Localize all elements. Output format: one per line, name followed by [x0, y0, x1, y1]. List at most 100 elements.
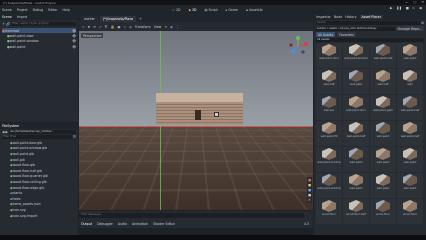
- tab-node[interactable]: Node: [334, 15, 342, 19]
- move-tool-icon[interactable]: ✥: [88, 25, 91, 29]
- link-icon[interactable]: 🔗: [6, 22, 10, 26]
- local-space-icon[interactable]: ◎: [129, 25, 132, 29]
- asset-collection-select[interactable]: All Assets: [316, 38, 424, 42]
- asset-tile[interactable]: wall-paint: [370, 121, 396, 146]
- add-tab-icon[interactable]: ＋: [138, 15, 143, 22]
- asset-tile[interactable]: wall-paint-window: [343, 43, 369, 68]
- clear-output-icon[interactable]: ✕: [308, 198, 311, 202]
- filter-errors-icon[interactable]: ■: [308, 178, 311, 182]
- storage-repo-button[interactable]: Storage Repo...: [395, 26, 424, 31]
- asset-tile[interactable]: wall-paint: [370, 147, 396, 172]
- sort-icon[interactable]: ☰: [73, 135, 76, 139]
- tab-animation[interactable]: Animation: [132, 222, 148, 226]
- asset-tile[interactable]: wall-half: [370, 69, 396, 94]
- subtab-favorites[interactable]: Favorites: [337, 32, 356, 37]
- menu-help[interactable]: Help: [63, 8, 70, 12]
- tab-history[interactable]: History: [345, 15, 356, 19]
- back-icon[interactable]: ◀: [2, 130, 4, 134]
- asset-tile[interactable]: wall-paint-door: [343, 95, 369, 120]
- visibility-icon[interactable]: 👁: [72, 29, 76, 33]
- asset-tile[interactable]: wood-floor: [370, 199, 396, 224]
- asset-tile[interactable]: wall-paint-window: [316, 147, 342, 172]
- tab-audio[interactable]: Audio: [118, 222, 127, 226]
- asset-tile[interactable]: wall-paint-gate: [370, 95, 396, 120]
- tab-import[interactable]: Import: [17, 15, 28, 19]
- asset-tile[interactable]: wall-half: [316, 69, 342, 94]
- asset-tile[interactable]: wall-paint-half: [397, 95, 423, 120]
- asset-tile[interactable]: wood-floor-half: [343, 199, 369, 224]
- group-icon[interactable]: ▣: [117, 25, 120, 29]
- tab-debugger[interactable]: Debugger: [97, 222, 113, 226]
- asset-tile[interactable]: wood-floor: [316, 199, 342, 224]
- workspace-game[interactable]: ▸ Game: [226, 8, 238, 12]
- sun-icon[interactable]: ☀: [164, 25, 167, 29]
- asset-tile[interactable]: wall-paint: [397, 173, 423, 198]
- asset-tile[interactable]: wall: [397, 69, 423, 94]
- asset-tile[interactable]: wall-paint-door: [316, 43, 342, 68]
- asset-tile[interactable]: wall-paint-half: [370, 43, 396, 68]
- collection-path-input[interactable]: sample > assets > kenney_retro-textures-…: [316, 26, 395, 31]
- close-icon[interactable]: ✕: [421, 0, 424, 4]
- perspective-button[interactable]: Perspective: [81, 33, 104, 38]
- workspace-3d[interactable]: ◆ 3D: [189, 8, 197, 12]
- file-item[interactable]: ◆ icon.svg.import: [10, 213, 76, 219]
- tab-asset-placer[interactable]: Asset Placer: [359, 15, 384, 19]
- visibility-icon[interactable]: 👁: [72, 34, 76, 38]
- axis-gizmo[interactable]: [287, 35, 309, 57]
- visibility-icon[interactable]: 👁: [72, 39, 76, 43]
- workspace-2d[interactable]: ▭ 2D: [172, 8, 181, 12]
- workspace-script[interactable]: ▤ Script: [204, 8, 217, 12]
- view-menu[interactable]: View: [154, 25, 162, 29]
- asset-tile[interactable]: wall-paint: [343, 173, 369, 198]
- output-filter-input[interactable]: Filter Messages: [79, 213, 304, 218]
- filter-log-icon[interactable]: ■: [308, 193, 311, 197]
- snap-icon[interactable]: ⊹: [123, 25, 126, 29]
- asset-tile[interactable]: wall-paint-fill: [316, 121, 342, 146]
- filter-info-icon[interactable]: ■: [308, 188, 311, 192]
- tab-inspector[interactable]: Inspector: [316, 15, 331, 19]
- movie-icon[interactable]: ◉: [419, 6, 422, 10]
- asset-tile[interactable]: wall-paint: [343, 147, 369, 172]
- select-tool-icon[interactable]: ➤: [82, 25, 85, 29]
- visibility-icon[interactable]: 👁: [72, 45, 76, 49]
- scene-filter-input[interactable]: Filter: name, t:type, g:group: [11, 21, 76, 26]
- more-icon[interactable]: ⋮: [176, 25, 179, 29]
- brick-building[interactable]: [156, 93, 243, 125]
- asset-tile[interactable]: wall-paint: [397, 147, 423, 172]
- asset-tile[interactable]: wood-floor: [397, 199, 423, 224]
- asset-tile[interactable]: wall-paint-window: [316, 173, 342, 198]
- filesystem-path-input[interactable]: res://templates/kenney_retrotex...: [8, 130, 76, 134]
- menu-project[interactable]: Project: [17, 8, 28, 12]
- filter-warnings-icon[interactable]: ■: [308, 183, 311, 187]
- list-select-icon[interactable]: ☰: [105, 25, 108, 29]
- menu-debug[interactable]: Debug: [33, 8, 43, 12]
- asset-tile[interactable]: wall-paint: [397, 43, 423, 68]
- tab-scene[interactable]: Scene: [2, 15, 12, 19]
- lock-icon[interactable]: 🔒: [110, 25, 114, 29]
- scale-tool-icon[interactable]: ⤢: [99, 25, 102, 29]
- tab-output[interactable]: Output: [81, 222, 92, 226]
- stop-icon[interactable]: ■: [406, 6, 409, 10]
- asset-tile[interactable]: wall-paint-half: [343, 121, 369, 146]
- filesystem-filter-input[interactable]: Filter Files: [2, 135, 73, 139]
- maximize-icon[interactable]: ▢: [413, 0, 416, 4]
- tab-shader-editor[interactable]: Shader Editor: [153, 222, 175, 226]
- asset-tile[interactable]: wall-gate: [343, 69, 369, 94]
- play-icon[interactable]: ▶: [390, 6, 392, 10]
- settings-icon[interactable]: ⚙: [421, 21, 424, 25]
- scene-tree-item[interactable]: ● wall-paint 👁: [2, 44, 76, 49]
- subtab-all-assets[interactable]: All Assets: [316, 32, 336, 37]
- menu-editor[interactable]: Editor: [48, 8, 57, 12]
- workspace-assetlib[interactable]: ⌂ AssetLib: [246, 8, 263, 12]
- add-node-icon[interactable]: ＋: [2, 21, 5, 26]
- rotate-tool-icon[interactable]: ⟳: [93, 25, 96, 29]
- menu-scene[interactable]: Scene: [2, 8, 12, 12]
- minimize-icon[interactable]: —: [405, 0, 408, 4]
- transform-menu[interactable]: Transform: [135, 25, 151, 29]
- 3d-viewport[interactable]: Perspective: [79, 31, 313, 210]
- asset-tile[interactable]: wall-low: [316, 95, 342, 120]
- asset-search-input[interactable]: Search: [316, 21, 421, 25]
- forward-icon[interactable]: ▶: [5, 130, 7, 134]
- pause-icon[interactable]: ❚❚: [396, 6, 401, 10]
- asset-tile[interactable]: wall-paint-half: [397, 121, 423, 146]
